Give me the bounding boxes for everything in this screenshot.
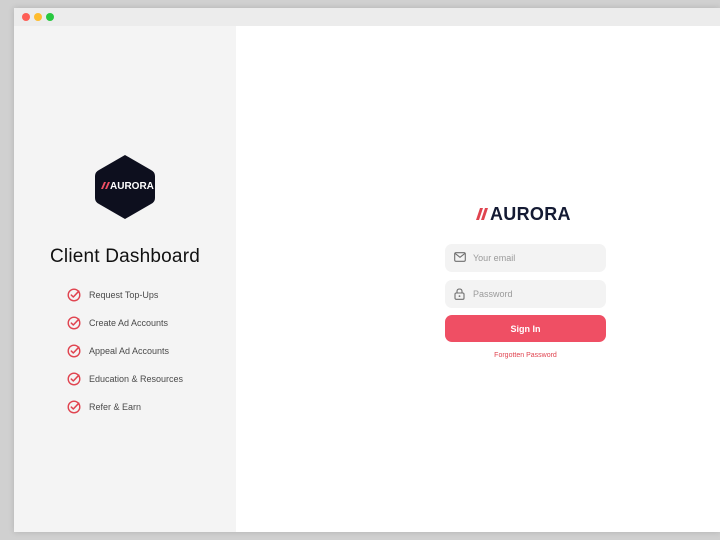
check-circle-icon (67, 316, 81, 330)
browser-window: AURORA Client Dashboard Request Top-Ups … (14, 8, 720, 532)
brand-wordmark: AURORA (490, 204, 571, 224)
feature-item-refer-earn: Refer & Earn (67, 400, 237, 416)
feature-label: Appeal Ad Accounts (89, 346, 170, 356)
forgotten-password-link[interactable]: Forgotten Password (445, 352, 606, 359)
feature-label: Refer & Earn (89, 402, 142, 412)
minimize-window-button[interactable] (34, 13, 42, 21)
check-circle-icon (67, 372, 81, 386)
window-titlebar (14, 8, 720, 26)
check-circle-icon (67, 344, 81, 358)
feature-label: Create Ad Accounts (89, 318, 169, 328)
email-input[interactable] (473, 244, 598, 272)
sign-in-button[interactable]: Sign In (445, 315, 606, 342)
panel-title: Client Dashboard (49, 246, 200, 267)
check-circle-icon (67, 288, 81, 302)
feature-item-education-resources: Education & Resources (67, 372, 237, 388)
lock-icon (454, 288, 465, 300)
password-field[interactable] (445, 280, 606, 308)
feature-label: Request Top-Ups (89, 290, 159, 300)
hex-logo-text: AURORA (110, 181, 154, 192)
maximize-window-button[interactable] (46, 13, 54, 21)
check-circle-icon (67, 400, 81, 414)
password-input[interactable] (473, 280, 598, 308)
feature-item-appeal-ad-accounts: Appeal Ad Accounts (67, 344, 237, 360)
feature-panel: AURORA Client Dashboard Request Top-Ups … (14, 26, 236, 532)
feature-label: Education & Resources (89, 374, 184, 384)
email-field[interactable] (445, 244, 606, 272)
close-window-button[interactable] (22, 13, 30, 21)
aurora-hex-logo: AURORA (95, 155, 155, 219)
feature-item-request-top-ups: Request Top-Ups (67, 288, 237, 304)
feature-item-create-ad-accounts: Create Ad Accounts (67, 316, 237, 332)
brand-stripes-icon (476, 208, 488, 220)
mail-icon (454, 252, 466, 262)
login-panel: AURORA Sign In Forgotten Password (236, 26, 720, 532)
